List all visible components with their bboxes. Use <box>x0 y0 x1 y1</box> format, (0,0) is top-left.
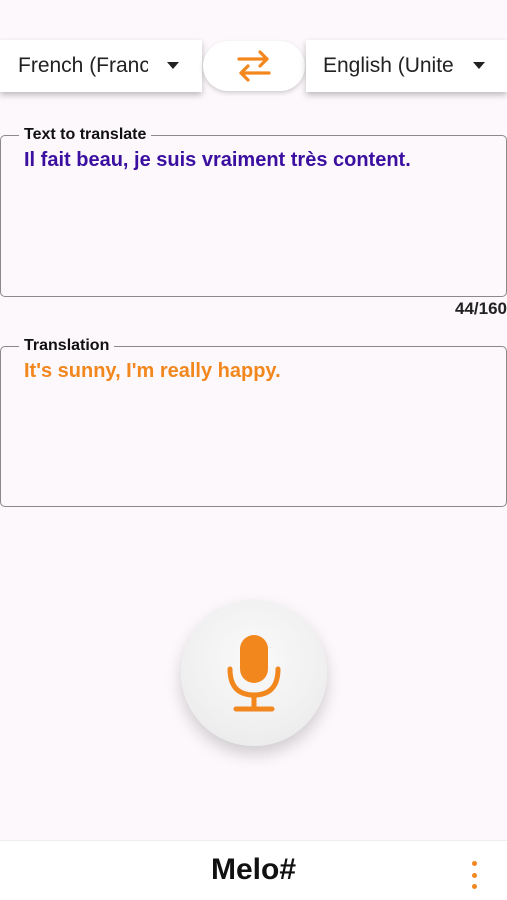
more-dot <box>471 872 477 878</box>
microphone-button[interactable] <box>181 600 327 746</box>
language-bar: French (France) English (United States) <box>0 0 507 100</box>
more-vertical-icon <box>471 861 477 866</box>
swap-arrows-icon <box>237 50 271 82</box>
source-language-label: French (France) <box>18 54 148 77</box>
more-options-button[interactable] <box>465 861 483 889</box>
bottom-app-bar: Melo# <box>0 840 507 900</box>
translation-output: It's sunny, I'm really happy. <box>24 360 281 382</box>
target-language-select[interactable]: English (United States) <box>306 40 507 92</box>
source-field-label: Text to translate <box>19 126 152 144</box>
swap-languages-button[interactable] <box>203 41 305 91</box>
app-title: Melo# <box>210 853 297 886</box>
translation-field: Translation It's sunny, I'm really happy… <box>0 337 507 507</box>
more-dot <box>471 884 477 889</box>
microphone-icon <box>227 635 281 712</box>
dropdown-caret-icon <box>167 62 179 69</box>
target-language-label: English (United States) <box>323 54 454 77</box>
source-language-select[interactable]: French (France) <box>0 40 202 92</box>
dropdown-caret-icon <box>473 62 485 69</box>
character-counter: 44/160 <box>455 299 507 318</box>
source-text-input[interactable]: Il fait beau, je suis vraiment très cont… <box>24 149 496 172</box>
source-text-field[interactable]: Text to translate Il fait beau, je suis … <box>0 126 507 297</box>
translation-field-label: Translation <box>19 337 115 355</box>
